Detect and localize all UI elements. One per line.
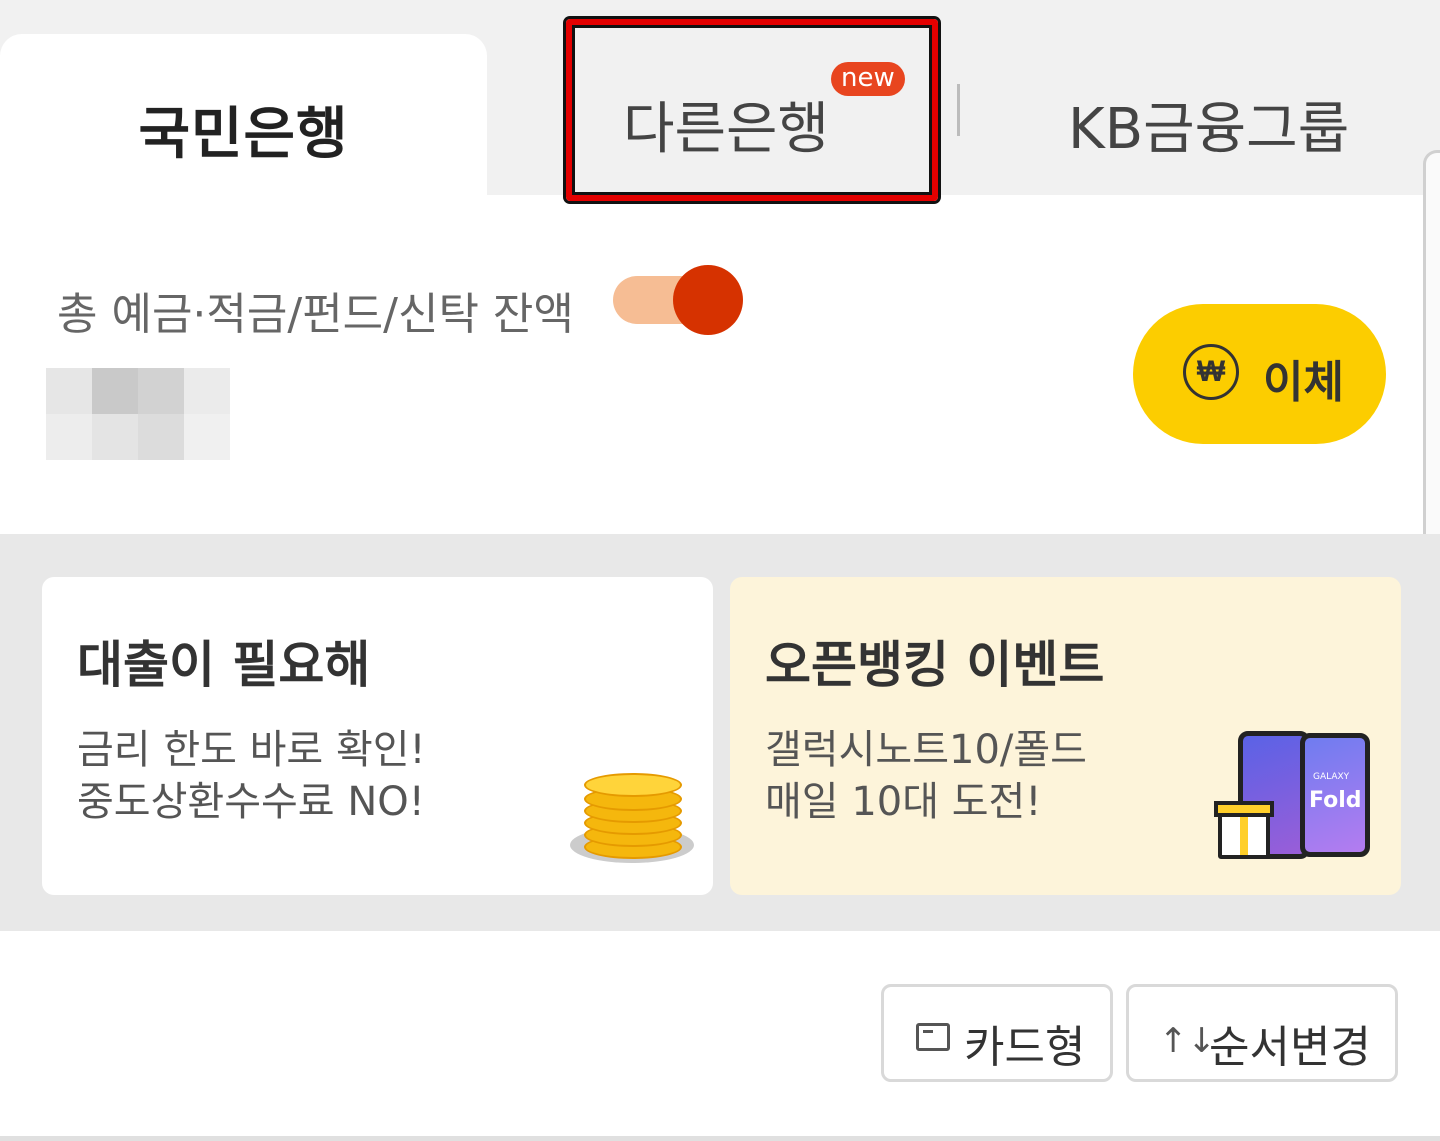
coin-stack-icon [570, 767, 694, 867]
open-banking-event-card[interactable]: 오픈뱅킹 이벤트 갤럭시노트10/폴드 매일 10대 도전! GALAXY Fo… [730, 577, 1401, 895]
balance-visibility-toggle[interactable] [613, 265, 743, 335]
sort-arrows-icon: ↑↓ [1159, 1021, 1216, 1061]
total-balance-label: 총 예금·적금/펀드/신탁 잔액 [57, 289, 574, 340]
highlight-box [566, 19, 938, 201]
promo-line: 매일 10대 도전! [765, 779, 1042, 825]
balance-amount-blurred [46, 350, 246, 460]
divider [0, 1136, 1440, 1141]
tab-kb-financial-group[interactable]: KB금융그룹 [1068, 84, 1349, 165]
transfer-button[interactable]: ₩ 이체 [1133, 304, 1386, 444]
reorder-button[interactable]: ↑↓ 순서변경 [1126, 984, 1398, 1082]
tab-divider [957, 84, 960, 136]
transfer-label: 이체 [1263, 358, 1344, 407]
promo-title: 대출이 필요해 [77, 636, 371, 694]
tab-kookmin-bank[interactable]: 국민은행 [0, 34, 487, 196]
loan-promo-card[interactable]: 대출이 필요해 금리 한도 바로 확인! 중도상환수수료 NO! [42, 577, 713, 895]
galaxy-fold-gift-icon: GALAXY Fold [1200, 727, 1400, 877]
tab-label: 국민은행 [138, 102, 349, 167]
reorder-label: 순서변경 [1209, 1022, 1371, 1073]
toggle-knob [673, 265, 743, 335]
card-view-button[interactable]: 카드형 [881, 984, 1113, 1082]
promo-title: 오픈뱅킹 이벤트 [765, 636, 1105, 694]
won-icon: ₩ [1183, 344, 1239, 400]
card-view-icon [916, 1023, 950, 1051]
promo-line: 중도상환수수료 NO! [77, 779, 425, 825]
card-view-label: 카드형 [964, 1022, 1086, 1073]
promo-line: 금리 한도 바로 확인! [77, 727, 426, 773]
promo-line: 갤럭시노트10/폴드 [765, 727, 1087, 773]
